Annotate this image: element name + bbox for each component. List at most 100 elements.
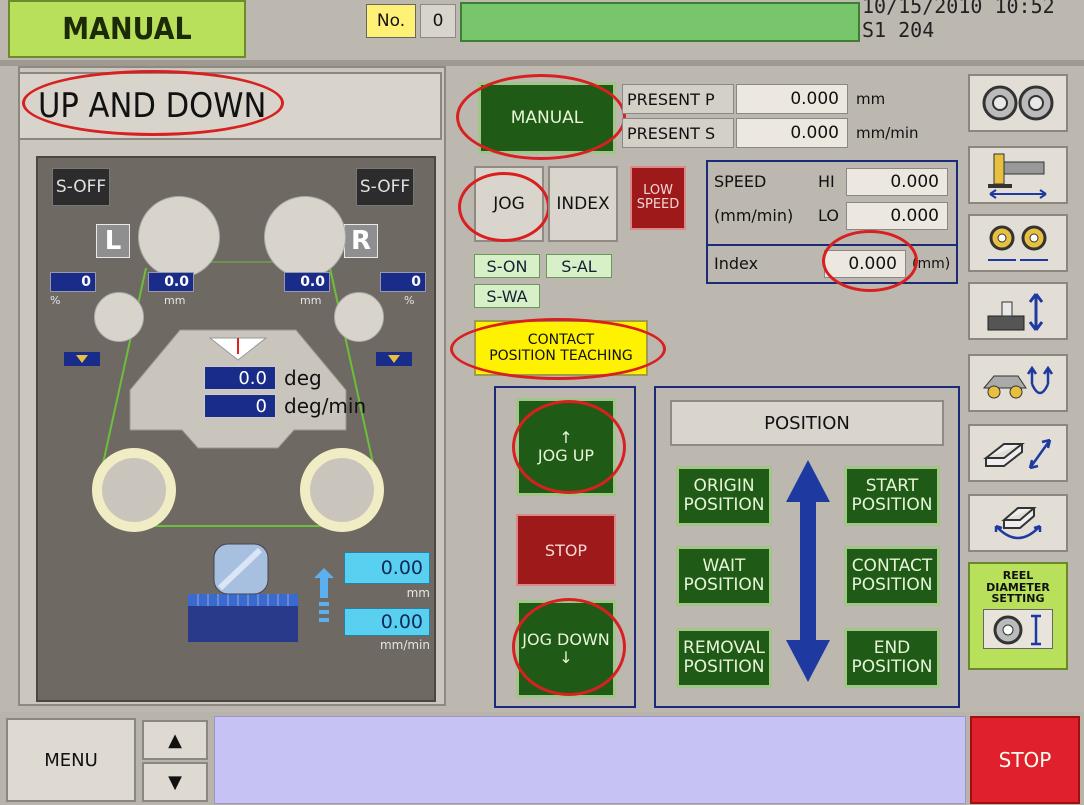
contact-position-teaching-button[interactable]: CONTACT POSITION TEACHING xyxy=(474,320,648,376)
end-line1: END xyxy=(873,638,911,659)
left-mm-unit: mm xyxy=(164,294,186,307)
present-position-unit: mm xyxy=(856,90,886,108)
lower-left-roller xyxy=(92,448,176,532)
contact-position-button[interactable]: CONTACT POSITION xyxy=(844,546,940,606)
servo-warning-status: S-WA xyxy=(474,284,540,308)
removal-position-button[interactable]: REMOVAL POSITION xyxy=(676,628,772,688)
present-speed-label: PRESENT S xyxy=(622,118,734,148)
end-position-button[interactable]: END POSITION xyxy=(844,628,940,688)
position-title: POSITION xyxy=(670,400,944,446)
reel-label-line1: REEL xyxy=(1002,569,1034,582)
right-tension-roller xyxy=(334,292,384,342)
reel-label-line3: SETTING xyxy=(991,592,1045,606)
jog-button[interactable]: JOG xyxy=(474,166,544,242)
slide-width-button[interactable] xyxy=(968,146,1068,204)
reel-diameter-setting-button[interactable]: REEL DIAMETER SETTING xyxy=(968,562,1068,670)
jog-down-button[interactable]: JOG DOWN ↓ xyxy=(516,600,616,698)
jog-down-label: JOG DOWN xyxy=(522,630,610,650)
present-speed-value: 0.000 xyxy=(736,118,848,148)
angle-value: 0.0 xyxy=(204,366,276,390)
slide-width-icon xyxy=(988,153,1047,199)
origin-line2: POSITION xyxy=(683,495,765,515)
double-reel-icon xyxy=(982,85,1054,121)
origin-position-button[interactable]: ORIGIN POSITION xyxy=(676,466,772,526)
section-title: UP AND DOWN xyxy=(18,72,442,140)
servo-on-status: S-ON xyxy=(474,254,540,278)
low-speed-button[interactable]: LOW SPEED xyxy=(630,166,686,230)
start-line2: POSITION xyxy=(851,495,933,515)
contact-line1: CONTACT xyxy=(851,556,933,577)
servo-off-left-indicator: S-OFF xyxy=(52,168,110,206)
datetime-display: 10/15/2010 10:52 S1 204 xyxy=(862,0,1055,42)
index-button[interactable]: INDEX xyxy=(548,166,618,242)
start-line1: START xyxy=(865,476,919,497)
left-percent-unit: % xyxy=(50,294,61,307)
servo-off-right-indicator: S-OFF xyxy=(356,168,414,206)
lift-up-down-button[interactable] xyxy=(968,282,1068,340)
lift-speed-value: 0.00 xyxy=(344,608,430,636)
speed-unit-label: (mm/min) xyxy=(714,206,794,225)
present-speed-unit: mm/min xyxy=(856,124,919,142)
menu-button[interactable]: MENU xyxy=(6,718,136,802)
right-side-badge: R xyxy=(344,224,378,258)
machine-diagram: S-OFF S-OFF L R 0 % 0.0 mm 0.0 mm 0 % 0.… xyxy=(36,156,436,702)
block-rotate-button[interactable] xyxy=(968,494,1068,552)
wait-position-button[interactable]: WAIT POSITION xyxy=(676,546,772,606)
jog-up-label: JOG UP xyxy=(537,446,595,465)
servo-alarm-status: S-AL xyxy=(546,254,612,278)
lift-position-value: 0.00 xyxy=(344,552,430,584)
index-distance-input[interactable]: 0.000 xyxy=(824,250,906,278)
scroll-up-button[interactable]: ▲ xyxy=(142,720,208,760)
block-diagonal-button[interactable] xyxy=(968,424,1068,482)
angle-unit: deg xyxy=(284,366,322,390)
scroll-down-button[interactable]: ▼ xyxy=(142,762,208,802)
wait-line1: WAIT xyxy=(702,556,746,577)
jog-up-button[interactable]: ↑ JOG UP xyxy=(516,398,616,496)
high-speed-input[interactable]: 0.000 xyxy=(846,168,948,196)
wait-line2: POSITION xyxy=(683,575,765,595)
up-down-arrow-icon xyxy=(786,460,830,682)
high-speed-label: HI xyxy=(818,172,835,191)
cart-up-down-button[interactable] xyxy=(968,354,1068,412)
angular-speed-value: 0 xyxy=(204,394,276,418)
contact-teach-line1: CONTACT xyxy=(527,331,595,348)
divider xyxy=(706,244,958,246)
right-mm-unit: mm xyxy=(300,294,322,307)
jog-stop-button[interactable]: STOP xyxy=(516,514,616,586)
number-label: No. xyxy=(366,4,416,38)
left-percent-value: 0 xyxy=(50,272,96,292)
right-percent-value: 0 xyxy=(380,272,426,292)
left-tension-roller xyxy=(94,292,144,342)
speed-label: SPEED xyxy=(714,172,767,191)
low-speed-input[interactable]: 0.000 xyxy=(846,202,948,230)
message-area xyxy=(214,716,966,804)
cart-up-down-icon xyxy=(982,365,1054,399)
lower-right-roller xyxy=(300,448,384,532)
right-percent-unit: % xyxy=(404,294,415,307)
removal-line2: POSITION xyxy=(683,657,765,677)
mode-indicator: MANUAL xyxy=(8,0,246,58)
upper-right-roller xyxy=(264,196,346,278)
jog-up-arrow-icon: ↑ xyxy=(559,428,573,448)
left-mm-value: 0.0 xyxy=(148,272,194,292)
lift-speed-unit: mm/min xyxy=(379,638,430,652)
manual-mode-button[interactable]: MANUAL xyxy=(478,82,616,154)
origin-line1: ORIGIN xyxy=(693,476,755,497)
block-diagonal-icon xyxy=(983,438,1052,470)
start-position-button[interactable]: START POSITION xyxy=(844,466,940,526)
reel-pair-width-button[interactable] xyxy=(968,214,1068,272)
status-message-bar xyxy=(460,2,860,42)
index-unit: (mm) xyxy=(912,256,951,272)
double-reel-button[interactable] xyxy=(968,74,1068,132)
contact-line2: POSITION xyxy=(851,575,933,595)
reel-pair-width-icon xyxy=(988,225,1048,261)
number-value: 0 xyxy=(420,4,456,38)
index-label: Index xyxy=(714,254,759,273)
jog-down-arrow-icon: ↓ xyxy=(559,648,573,667)
emergency-stop-button[interactable]: STOP xyxy=(970,716,1080,804)
contact-teach-line2: POSITION TEACHING xyxy=(489,348,633,364)
present-position-value: 0.000 xyxy=(736,84,848,114)
angular-speed-unit: deg/min xyxy=(284,394,367,418)
block-rotate-icon xyxy=(994,507,1042,540)
upper-left-roller xyxy=(138,196,220,278)
